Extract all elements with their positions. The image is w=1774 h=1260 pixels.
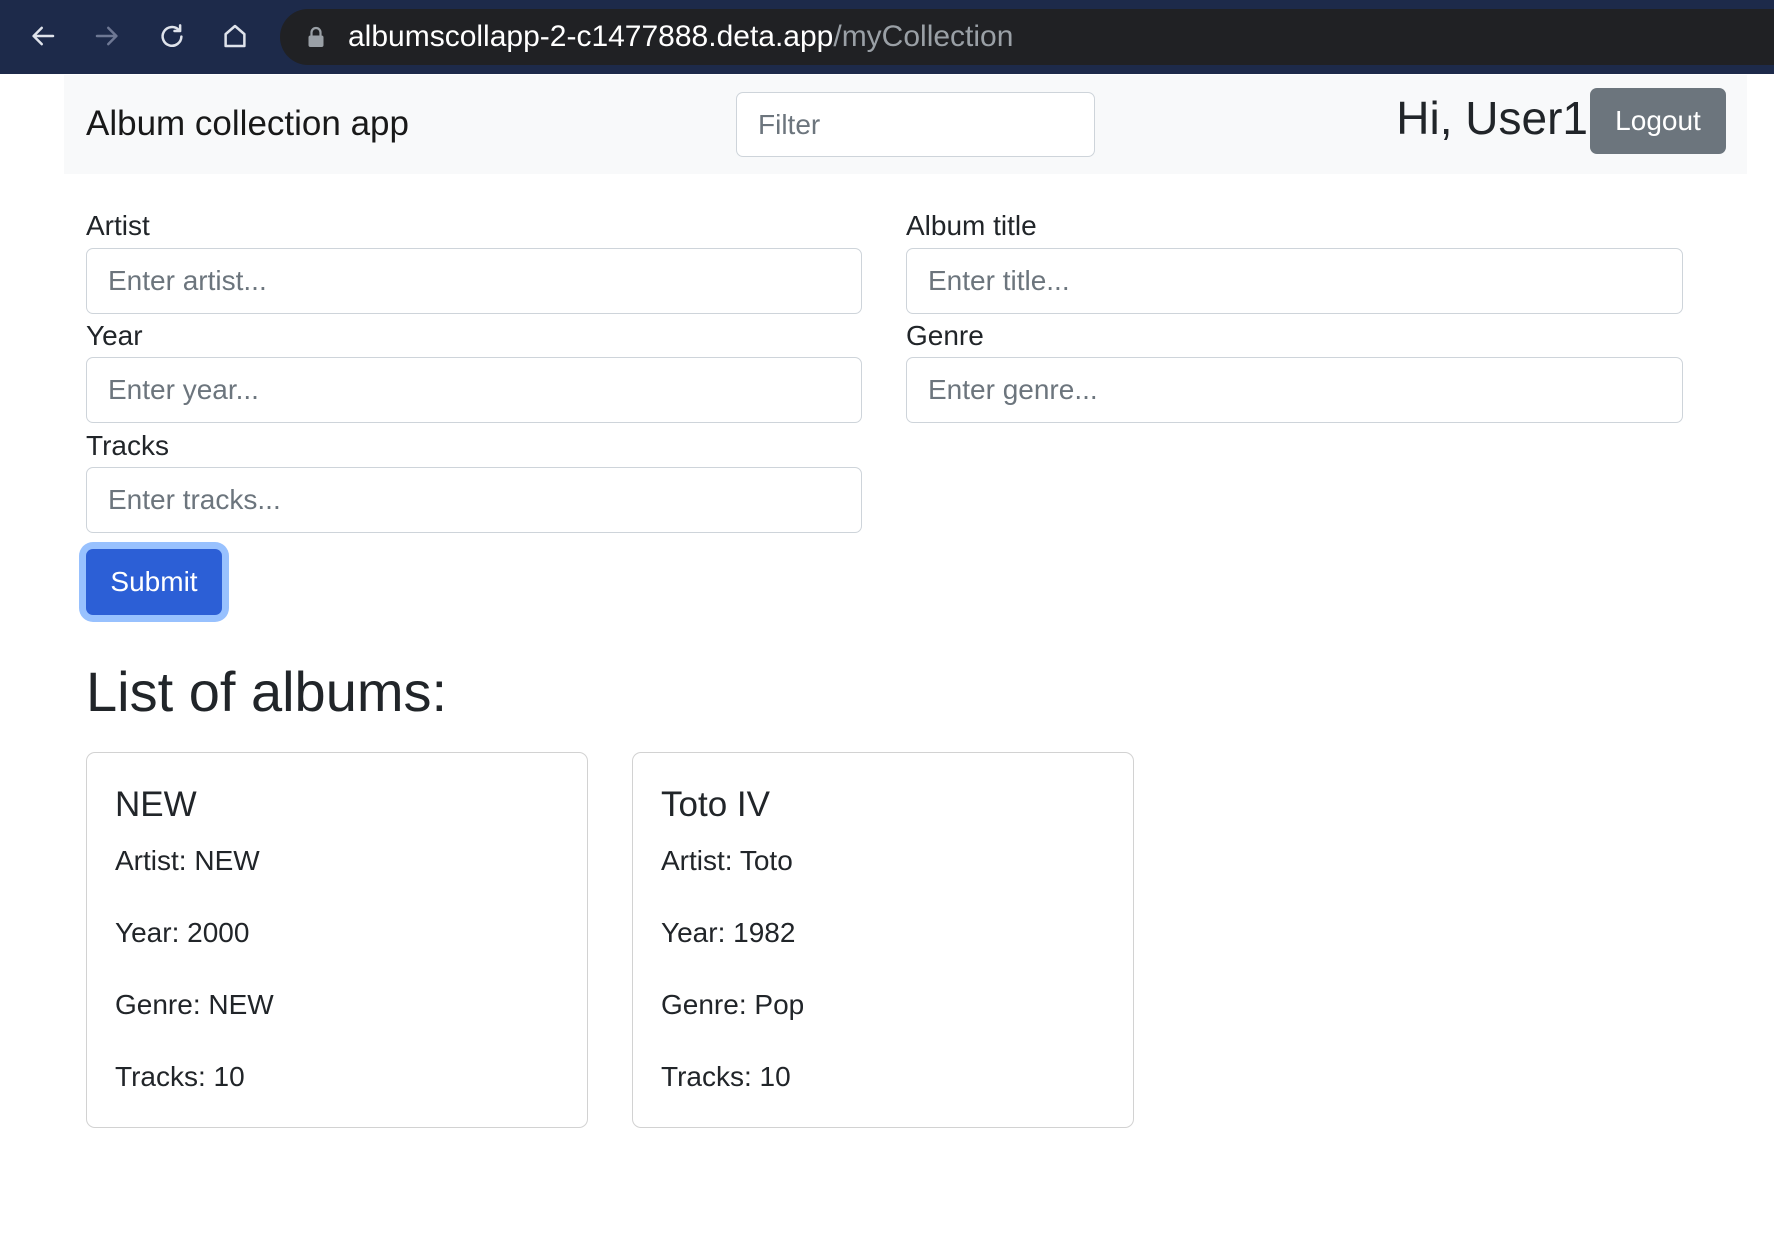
album-title-label: Album title bbox=[906, 210, 1037, 241]
year-field[interactable] bbox=[86, 357, 862, 423]
album-artist: Artist: NEW bbox=[115, 840, 559, 882]
artist-label: Artist bbox=[86, 210, 150, 241]
user-greeting: Hi, User1 bbox=[1396, 92, 1588, 144]
back-arrow-icon bbox=[32, 26, 55, 46]
artist-field[interactable] bbox=[86, 248, 862, 314]
album-year-value: 1982 bbox=[733, 917, 796, 948]
album-tracks-value: 10 bbox=[213, 1061, 245, 1092]
album-title-field[interactable] bbox=[906, 248, 1683, 314]
album-artist-label: Artist: bbox=[115, 845, 187, 876]
album-genre-label: Genre: bbox=[661, 989, 747, 1020]
navbar-brand[interactable]: Album collection app bbox=[86, 103, 409, 145]
album-artist: Artist: Toto bbox=[661, 840, 1105, 882]
album-title: NEW bbox=[115, 785, 197, 824]
album-year: Year: 1982 bbox=[661, 912, 1105, 954]
genre-field[interactable] bbox=[906, 357, 1683, 423]
album-tracks-label: Tracks: bbox=[661, 1061, 752, 1092]
reload-icon bbox=[161, 24, 183, 48]
album-genre: Genre: Pop bbox=[661, 984, 1105, 1026]
home-button[interactable] bbox=[211, 12, 259, 60]
album-year-label: Year: bbox=[661, 917, 726, 948]
url-text: albumscollapp-2-c1477888.deta.app/myColl… bbox=[348, 9, 1013, 65]
logout-button[interactable]: Logout bbox=[1590, 88, 1726, 154]
album-year: Year: 2000 bbox=[115, 912, 559, 954]
album-genre-value: Pop bbox=[754, 989, 805, 1020]
album-artist-value: Toto bbox=[739, 845, 793, 876]
album-artist-label: Artist: bbox=[661, 845, 733, 876]
album-card: Toto IV Artist: Toto Year: 1982 Genre: P… bbox=[632, 752, 1134, 1128]
filter-input[interactable] bbox=[736, 92, 1095, 157]
album-tracks: Tracks: 10 bbox=[661, 1056, 1105, 1098]
tracks-label: Tracks bbox=[86, 430, 169, 461]
album-card: NEW Artist: NEW Year: 2000 Genre: NEW Tr… bbox=[86, 752, 588, 1128]
album-artist-value: NEW bbox=[194, 845, 260, 876]
genre-label: Genre bbox=[906, 320, 984, 351]
album-genre: Genre: NEW bbox=[115, 984, 559, 1026]
navbar: Album collection app Hi, User1 Logout bbox=[64, 75, 1747, 174]
url-path: /myCollection bbox=[833, 20, 1014, 53]
album-year-value: 2000 bbox=[187, 917, 250, 948]
forward-arrow-icon bbox=[95, 26, 118, 46]
address-bar[interactable]: albumscollapp-2-c1477888.deta.app/myColl… bbox=[280, 9, 1774, 65]
reload-button[interactable] bbox=[148, 12, 196, 60]
back-button[interactable] bbox=[19, 12, 67, 60]
album-genre-label: Genre: bbox=[115, 989, 201, 1020]
lock-icon bbox=[307, 26, 325, 48]
browser-toolbar: albumscollapp-2-c1477888.deta.app/myColl… bbox=[0, 0, 1774, 74]
year-label: Year bbox=[86, 320, 143, 351]
url-host: albumscollapp-2-c1477888.deta.app bbox=[348, 20, 834, 53]
album-title: Toto IV bbox=[661, 785, 770, 824]
album-tracks-value: 10 bbox=[759, 1061, 791, 1092]
forward-button[interactable] bbox=[83, 12, 131, 60]
submit-button[interactable]: Submit bbox=[86, 549, 222, 615]
albums-heading: List of albums: bbox=[86, 660, 448, 723]
album-tracks-label: Tracks: bbox=[115, 1061, 206, 1092]
album-tracks: Tracks: 10 bbox=[115, 1056, 559, 1098]
tracks-field[interactable] bbox=[86, 467, 862, 533]
album-genre-value: NEW bbox=[208, 989, 274, 1020]
home-icon bbox=[224, 24, 246, 48]
album-year-label: Year: bbox=[115, 917, 180, 948]
